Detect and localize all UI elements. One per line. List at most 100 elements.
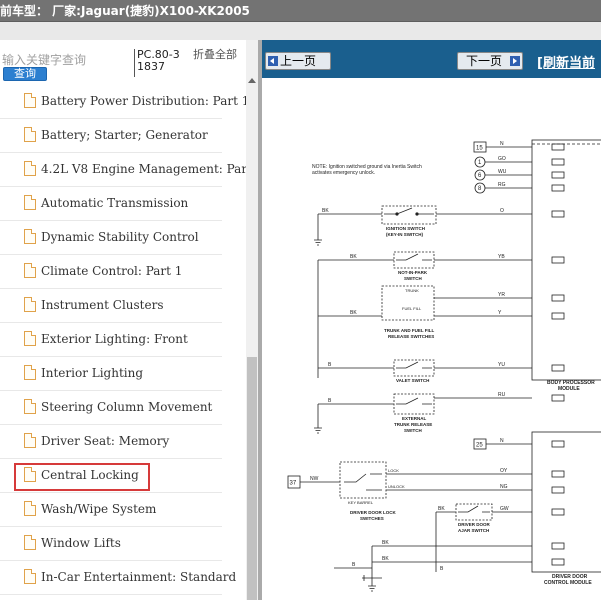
tree-item-label: Dynamic Stability Control [41, 230, 199, 244]
wire-color: WU [498, 169, 507, 175]
trunk-fuel-label: RELEASE SWITCHES [388, 334, 434, 339]
document-icon [24, 263, 36, 278]
wire-color: BK [382, 556, 389, 562]
wire-color: BK [438, 506, 445, 512]
wire-color: YR [498, 292, 505, 298]
tree-item-label: In-Car Entertainment: Standard [41, 570, 237, 584]
tree-item-label: Central Locking [41, 468, 139, 482]
scroll-up-arrow-icon[interactable] [248, 78, 256, 83]
document-icon [24, 127, 36, 142]
wire-color: N [500, 141, 504, 147]
tree-item[interactable]: Driver Seat: Memory [0, 425, 222, 459]
tree-item-label: Window Lifts [41, 536, 121, 550]
tree-item-label: Exterior Lighting: Front [41, 332, 188, 346]
tree-item[interactable]: Instrument Clusters [0, 289, 222, 323]
tree-item[interactable]: Dynamic Stability Control [0, 221, 222, 255]
tree-item[interactable]: Battery; Starter; Generator [0, 119, 222, 153]
tree-item-label: Interior Lighting [41, 366, 144, 380]
tree-item[interactable]: Window Lifts [0, 527, 222, 561]
document-icon [24, 297, 36, 312]
tree-item[interactable]: Climate Control: Part 1 [0, 255, 222, 289]
wiring-diagram-page: NOTE: Ignition switched ground via Inert… [262, 78, 601, 600]
ignition-switch-label: (KEY-IN SWITCH) [386, 232, 423, 237]
door-ajar-label: DRIVER DOOR [458, 522, 491, 527]
document-icon [24, 331, 36, 346]
diagram-note: activates emergency unlock. [312, 170, 375, 176]
ref-number: 37 [290, 481, 297, 487]
tree-item-selected[interactable]: Central Locking [0, 459, 222, 493]
door-lock-switch-label: DRIVER DOOR LOCK [350, 510, 397, 515]
valet-switch-label: VALET SWITCH [396, 378, 429, 383]
tree-item[interactable]: Interior Lighting [0, 357, 222, 391]
fuel-fill-label: FUEL FILL [402, 306, 422, 311]
wire-color: NW [310, 476, 319, 482]
ref-number: 8 [478, 186, 482, 192]
document-icon [24, 501, 36, 516]
collapse-all-link[interactable]: 折叠全部 [193, 49, 243, 77]
tree-item-label: Battery Power Distribution: Part 1 [41, 94, 250, 108]
next-page-button[interactable]: 下一页 [457, 52, 523, 70]
prev-page-label: 上一页 [280, 54, 317, 68]
ref-number: 25 [476, 443, 483, 449]
wire-color: Y [498, 310, 502, 316]
tree-item-label: Wash/Wipe System [41, 502, 157, 516]
wire-color: BK [322, 208, 329, 214]
search-button[interactable]: 查询 [3, 67, 47, 81]
tree-item[interactable]: Automatic Transmission [0, 187, 222, 221]
tree-item[interactable]: Wash/Wipe System [0, 493, 222, 527]
wire-color: YB [498, 254, 505, 260]
not-in-park-label: SWITCH [404, 276, 422, 281]
page-title: 前车型： 厂家:Jaguar(捷豹)X100-XK2005 [0, 4, 250, 18]
tree-item-label: Steering Column Movement [41, 400, 213, 414]
next-page-label: 下一页 [466, 54, 503, 68]
trunk-label: TRUNK [405, 288, 419, 293]
document-icon [24, 93, 36, 108]
lock-label: LOCK [388, 468, 399, 473]
body-processor-label: MODULE [558, 386, 580, 392]
unlock-label: UNLOCK [388, 484, 405, 489]
pc-code-label: PC.80-31837 [134, 49, 186, 77]
document-icon [24, 467, 36, 482]
connector-pins [551, 143, 565, 566]
document-icon [24, 433, 36, 448]
wire-color: N [500, 438, 504, 444]
refresh-current-link[interactable]: [刷新当前 [537, 52, 595, 71]
door-lock-switch-label: SWITCHES [360, 516, 384, 521]
external-trunk-label: EXTERNAL [402, 416, 427, 421]
arrow-left-icon [268, 56, 278, 66]
door-control-label: CONTROL MODULE [544, 580, 592, 586]
ref-number: 15 [476, 146, 483, 152]
external-trunk-label: TRUNK RELEASE [394, 422, 432, 427]
key-barrel-label: KEY BARREL [348, 500, 374, 505]
prev-page-button[interactable]: 上一页 [265, 52, 331, 70]
tree-item-label: Automatic Transmission [41, 196, 189, 210]
wire-color: O [500, 208, 504, 214]
wire-color: YU [498, 362, 505, 368]
document-icon [24, 229, 36, 244]
scrollbar-thumb[interactable] [247, 357, 257, 600]
wire-color: BK [350, 254, 357, 260]
tree-item-label: Instrument Clusters [41, 298, 164, 312]
external-trunk-label: SWITCH [404, 428, 422, 433]
tree-item[interactable]: Exterior Lighting: Front [0, 323, 222, 357]
wire-color: NG [500, 484, 508, 490]
tree-item[interactable]: Battery Power Distribution: Part 1 [0, 85, 249, 119]
ref-number: 6 [478, 173, 482, 179]
document-icon [24, 535, 36, 550]
tree-item[interactable]: In-Car Entertainment: Standard [0, 561, 236, 595]
header-gap [0, 22, 601, 40]
document-icon [24, 365, 36, 380]
trunk-fuel-label: TRUNK AND FUEL FILL [384, 328, 434, 333]
wire-color: B [352, 562, 356, 568]
wire-color: RU [498, 392, 506, 398]
wiring-diagram: NOTE: Ignition switched ground via Inert… [287, 139, 601, 592]
tree-item[interactable]: Steering Column Movement [0, 391, 222, 425]
wire-color: GW [500, 506, 509, 512]
tree-item[interactable]: 4.2L V8 Engine Management: Part [0, 153, 252, 187]
tree-item-label: Climate Control: Part 1 [41, 264, 183, 278]
tree-item-label: 4.2L V8 Engine Management: Part [41, 162, 252, 176]
document-icon [24, 195, 36, 210]
door-ajar-label: AJAR SWITCH [458, 528, 489, 533]
wire-color: BK [350, 310, 357, 316]
document-icon [24, 161, 36, 176]
